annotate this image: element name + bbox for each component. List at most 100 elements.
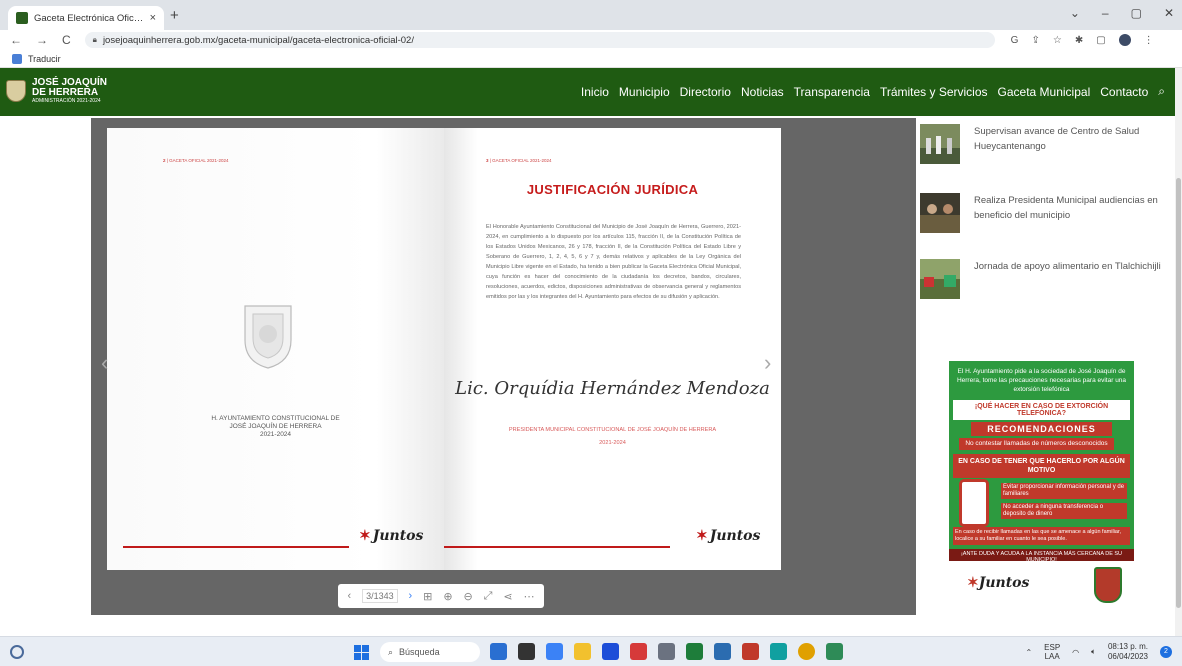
search-icon: ⌕ xyxy=(388,646,394,657)
menu-kebab-icon[interactable]: ⋮ xyxy=(1144,35,1154,46)
case-heading: EN CASO DE TENER QUE HACERLO POR ALGÚN M… xyxy=(953,454,1130,478)
close-tab-icon[interactable]: × xyxy=(150,12,156,24)
weather-icon[interactable] xyxy=(10,645,24,659)
browser-tab[interactable]: Gaceta Electrónica Oficial 02 | H. × xyxy=(8,6,164,30)
clock[interactable]: 08:13 p. m. 06/04/2023 xyxy=(1108,642,1148,662)
nav-municipio[interactable]: Municipio xyxy=(619,85,670,99)
chevron-up-icon[interactable]: ⌃ xyxy=(1025,648,1032,657)
app-icon[interactable] xyxy=(546,643,563,660)
nav-gaceta[interactable]: Gaceta Municipal xyxy=(998,85,1091,99)
page-header-right: 3 | GACETA OFICIAL 2021-2024 xyxy=(486,158,552,163)
nav-inicio[interactable]: Inicio xyxy=(581,85,609,99)
word-icon[interactable] xyxy=(714,643,731,660)
search-icon[interactable]: ⌕ xyxy=(1158,84,1165,99)
browser-tab-bar: Gaceta Electrónica Oficial 02 | H. × + ⌄… xyxy=(0,0,1182,30)
extortion-advisory-banner[interactable]: El H. Ayuntamiento pide a la sociedad de… xyxy=(949,361,1134,610)
back-icon[interactable]: ← xyxy=(10,33,22,47)
windows-start-icon[interactable] xyxy=(354,645,369,660)
bookmark-star-icon[interactable]: ☆ xyxy=(1053,35,1062,46)
app-icon[interactable] xyxy=(630,643,647,660)
google-icon[interactable]: G xyxy=(1011,35,1019,46)
page-indicator[interactable]: 3/1343 xyxy=(362,589,398,603)
nav-directorio[interactable]: Directorio xyxy=(680,85,731,99)
maximize-button[interactable]: ▢ xyxy=(1131,6,1142,20)
municipal-shield-icon xyxy=(1094,567,1122,603)
more-icon[interactable]: ⋯ xyxy=(524,590,535,603)
recommendations-title: RECOMENDACIONES xyxy=(971,422,1112,436)
file-explorer-icon[interactable] xyxy=(574,643,591,660)
justification-body: El Honorable Ayuntamiento Constitucional… xyxy=(486,224,741,300)
next-page-arrow[interactable]: › xyxy=(764,350,771,376)
flipbook-right-page: 3 | GACETA OFICIAL 2021-2024 JUSTIFICACI… xyxy=(444,128,781,570)
advisory-bottom-1: En caso de recibir llamadas en las que s… xyxy=(953,527,1130,545)
lock-icon: 🔒︎ xyxy=(92,35,97,44)
zoom-in-icon[interactable]: ⊕ xyxy=(443,590,452,603)
app-icon[interactable] xyxy=(490,643,507,660)
url-text: josejoaquinherrera.gob.mx/gaceta-municip… xyxy=(102,34,414,46)
taskbar-apps xyxy=(490,643,843,660)
excel-icon[interactable] xyxy=(686,643,703,660)
tip-2: No acceder a ninguna transferencia o dep… xyxy=(1001,503,1127,519)
thumbnails-icon[interactable]: ⊞ xyxy=(423,590,432,603)
site-logo[interactable]: JOSÉ JOAQUÍN DE HERRERA ADMINISTRACIÓN 2… xyxy=(6,78,107,104)
news-thumbnail xyxy=(920,259,960,299)
share-icon[interactable]: ⇪ xyxy=(1031,35,1039,46)
page-title: JUSTIFICACIÓN JURÍDICA xyxy=(526,182,699,197)
prev-button[interactable]: ‹ xyxy=(347,590,351,602)
news-item[interactable]: Supervisan avance de Centro de Salud Hue… xyxy=(920,124,1164,164)
store-icon[interactable] xyxy=(602,643,619,660)
nav-contacto[interactable]: Contacto xyxy=(1100,85,1148,99)
nav-tramites[interactable]: Trámites y Servicios xyxy=(880,85,988,99)
language-indicator[interactable]: ESP LAA xyxy=(1044,643,1060,661)
tab-search-icon[interactable]: ⌄ xyxy=(1070,6,1080,20)
nav-noticias[interactable]: Noticias xyxy=(741,85,784,99)
bookmark-translate[interactable]: Traducir xyxy=(28,54,61,64)
tab-title: Gaceta Electrónica Oficial 02 | H. xyxy=(34,12,144,24)
extensions-icon[interactable]: ✱ xyxy=(1075,35,1083,46)
wifi-icon[interactable]: ◠ xyxy=(1072,648,1079,657)
close-window-button[interactable]: ✕ xyxy=(1164,6,1174,20)
flipbook-toolbar: ‹ 3/1343 › ⊞ ⊕ ⊖ ⤢ ⋖ ⋯ xyxy=(338,584,544,608)
volume-icon[interactable]: 🔈︎ xyxy=(1091,647,1096,657)
app-icon[interactable] xyxy=(658,643,675,660)
scrollbar-thumb[interactable] xyxy=(1176,178,1181,608)
minimize-button[interactable]: – xyxy=(1102,6,1109,20)
new-tab-button[interactable]: + xyxy=(170,7,179,24)
app-icon[interactable] xyxy=(826,643,843,660)
news-item[interactable]: Realiza Presidenta Municipal audiencias … xyxy=(920,193,1164,233)
page-scrollbar[interactable] xyxy=(1175,68,1182,636)
share-icon[interactable]: ⋖ xyxy=(503,590,512,603)
news-title[interactable]: Realiza Presidenta Municipal audiencias … xyxy=(974,193,1164,233)
url-field[interactable]: 🔒︎ josejoaquinherrera.gob.mx/gaceta-muni… xyxy=(84,32,995,48)
notification-badge[interactable]: 2 xyxy=(1160,646,1172,658)
translate-icon xyxy=(12,53,22,64)
taskbar-search[interactable]: ⌕ Búsqueda xyxy=(380,642,480,662)
nav-transparencia[interactable]: Transparencia xyxy=(794,85,870,99)
prev-page-arrow[interactable]: ‹ xyxy=(101,350,108,376)
red-divider-left xyxy=(123,546,349,548)
profile-avatar[interactable] xyxy=(1118,34,1131,46)
news-title[interactable]: Supervisan avance de Centro de Salud Hue… xyxy=(974,124,1164,164)
news-item[interactable]: Jornada de apoyo alimentario en Tlalchic… xyxy=(920,259,1164,299)
chrome-icon[interactable] xyxy=(798,643,815,660)
juntos-logo-right: ✶ Juntos xyxy=(696,528,761,544)
site-favicon-icon xyxy=(16,12,28,24)
star-icon: ✶ xyxy=(967,575,979,591)
news-thumbnail xyxy=(920,193,960,233)
ayuntamiento-caption: H. AYUNTAMIENTO CONSTITUCIONAL DE JOSÉ J… xyxy=(211,415,340,438)
sidepanel-icon[interactable]: ▢ xyxy=(1096,35,1105,46)
address-bar-row: ← → C 🔒︎ josejoaquinherrera.gob.mx/gacet… xyxy=(0,30,1182,50)
news-thumbnail xyxy=(920,124,960,164)
reload-icon[interactable]: C xyxy=(62,33,71,47)
fullscreen-icon[interactable]: ⤢ xyxy=(484,590,493,603)
forward-icon[interactable]: → xyxy=(36,33,48,47)
app-icon[interactable] xyxy=(742,643,759,660)
next-button[interactable]: › xyxy=(409,590,413,602)
task-view-icon[interactable] xyxy=(518,643,535,660)
news-title[interactable]: Jornada de apoyo alimentario en Tlalchic… xyxy=(974,259,1164,299)
star-icon: ✶ xyxy=(359,528,371,544)
zoom-out-icon[interactable]: ⊖ xyxy=(463,590,472,603)
juntos-logo-left: ✶ Juntos xyxy=(359,528,424,544)
app-icon[interactable] xyxy=(770,643,787,660)
municipal-emblem-icon xyxy=(244,305,292,369)
